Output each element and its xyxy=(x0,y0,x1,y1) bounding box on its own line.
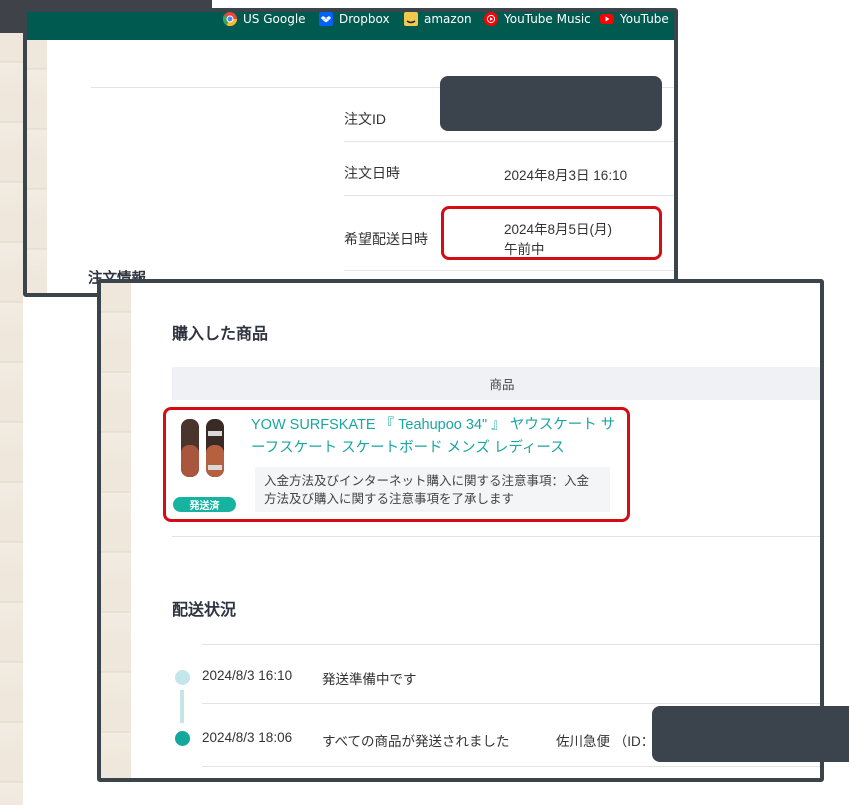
bookmark-us-google[interactable]: US Google xyxy=(223,12,306,26)
dropbox-icon xyxy=(319,12,333,26)
divider xyxy=(202,766,820,767)
order-datetime-value: 2024年8月3日 16:10 xyxy=(504,168,628,183)
table-header-product: 商品 xyxy=(172,367,820,400)
timeline-dot-pending xyxy=(175,670,190,685)
order-id-redaction xyxy=(440,76,662,131)
youtube-icon xyxy=(600,14,614,24)
divider xyxy=(344,195,674,196)
bookmark-label: YouTube Music xyxy=(504,12,591,26)
order-info-panel: US Google Dropbox amazon YouTube Music Y… xyxy=(23,8,678,297)
bookmarks-bar: US Google Dropbox amazon YouTube Music Y… xyxy=(27,12,674,40)
shipping-event-datetime: 2024/8/3 16:10 xyxy=(202,668,293,683)
divider xyxy=(172,536,820,537)
wood-background-left xyxy=(0,33,23,805)
order-id-label: 注文ID xyxy=(344,111,386,127)
bookmark-label: US Google xyxy=(243,12,306,26)
order-datetime-label: 注文日時 xyxy=(344,165,400,181)
shipping-status-title: 配送状況 xyxy=(172,602,237,619)
desired-delivery-label: 希望配送日時 xyxy=(344,231,428,247)
bookmark-dropbox[interactable]: Dropbox xyxy=(319,12,390,26)
purchased-items-title: 購入した商品 xyxy=(172,326,269,343)
divider xyxy=(344,141,674,142)
shipping-event-text: すべての商品が発送されました xyxy=(322,734,510,749)
bookmark-youtube-music[interactable]: YouTube Music xyxy=(484,12,591,26)
shipping-event-text: 発送準備中です xyxy=(322,672,417,687)
bookmark-label: Dropbox xyxy=(339,12,390,26)
wood-strip xyxy=(27,40,47,293)
youtube-music-icon xyxy=(484,12,498,26)
divider xyxy=(202,703,820,704)
tracking-id-redaction xyxy=(652,706,849,762)
wood-strip xyxy=(101,283,131,778)
bookmark-label: amazon xyxy=(424,12,472,26)
shipping-event-datetime: 2024/8/3 18:06 xyxy=(202,730,293,745)
highlight-box xyxy=(163,407,630,522)
highlight-box xyxy=(441,206,662,260)
timeline-dot-complete xyxy=(175,731,190,746)
bookmark-amazon[interactable]: amazon xyxy=(404,12,472,26)
shipping-carrier-text: 佐川急便 （ID： xyxy=(556,734,655,749)
chrome-icon xyxy=(223,12,237,26)
divider xyxy=(202,644,820,645)
amazon-icon xyxy=(404,12,418,26)
divider xyxy=(344,270,674,271)
timeline-connector xyxy=(180,690,184,723)
bookmark-label: YouTube xyxy=(620,12,669,26)
bookmark-youtube[interactable]: YouTube xyxy=(600,12,669,26)
